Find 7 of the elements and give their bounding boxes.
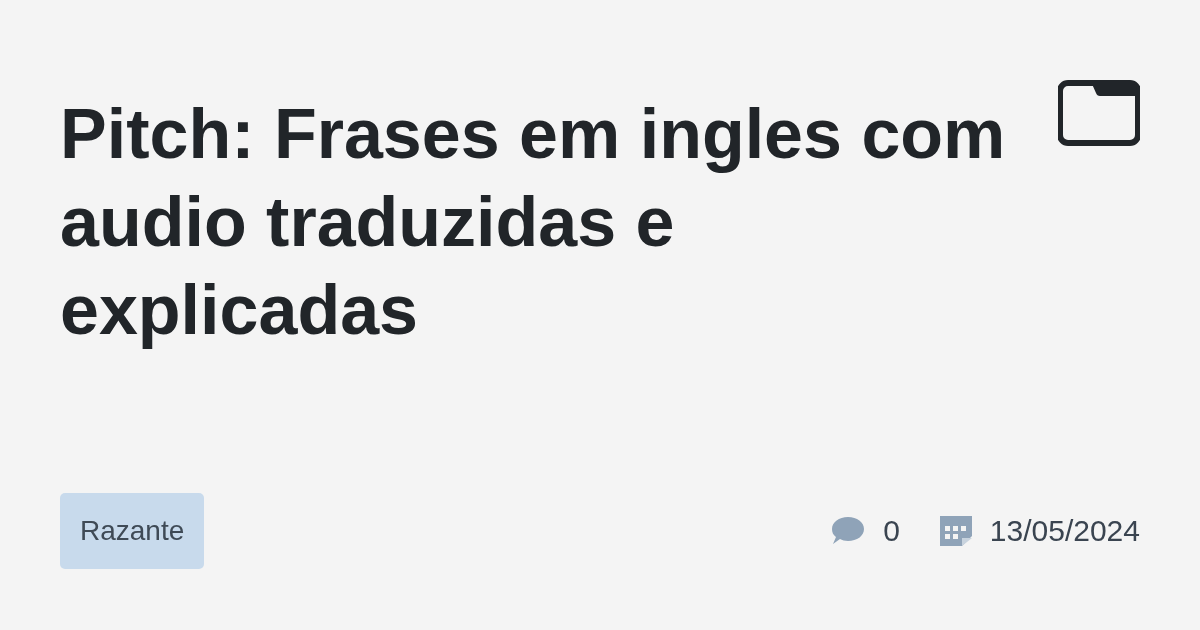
folder-icon	[1058, 80, 1140, 146]
category-tag[interactable]: Razante	[60, 493, 205, 569]
page-title: Pitch: Frases em ingles com audio traduzidas e explicadas	[60, 94, 1007, 351]
comment-count: 0	[883, 514, 900, 548]
comment-icon	[831, 516, 866, 546]
post-date: 13/05/2024	[989, 514, 1140, 548]
calendar-icon	[939, 516, 972, 546]
